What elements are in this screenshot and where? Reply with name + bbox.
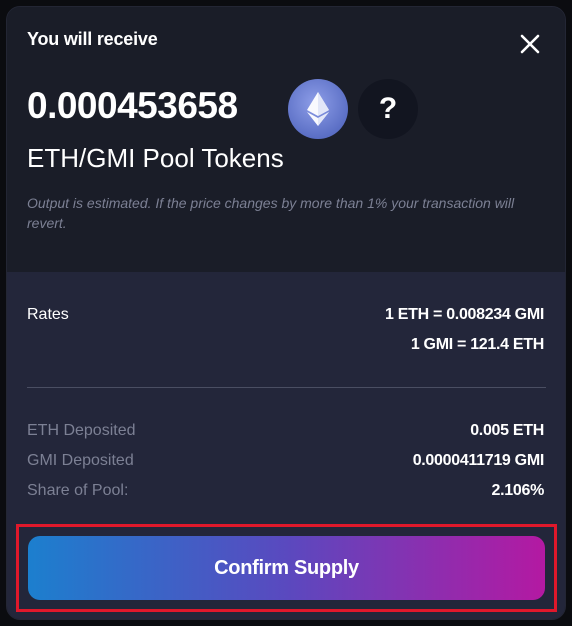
close-button[interactable]	[515, 29, 545, 59]
rate-gmi-to-eth: 1 GMI = 121.4 ETH	[410, 336, 544, 353]
share-of-pool-label: Share of Pool:	[27, 482, 129, 499]
confirm-supply-button[interactable]: Confirm Supply	[28, 536, 545, 600]
divider	[27, 387, 546, 388]
gmi-deposited-value: 0.0000411719 GMI	[412, 452, 545, 469]
share-of-pool-value: 2.106%	[491, 482, 545, 499]
modal-header-section: You will receive 0.000453658 ? ETH/GMI P…	[7, 7, 565, 272]
rates-label: Rates	[27, 306, 69, 323]
supply-confirmation-modal: You will receive 0.000453658 ? ETH/GMI P…	[6, 6, 566, 620]
pool-token-label: ETH/GMI Pool Tokens	[27, 143, 284, 173]
rate-eth-to-gmi: 1 ETH = 0.008234 GMI	[385, 306, 544, 323]
unknown-token-icon: ?	[358, 79, 418, 139]
eth-deposited-value: 0.005 ETH	[470, 422, 544, 439]
gmi-deposited-label: GMI Deposited	[27, 452, 134, 469]
receive-amount: 0.000453658	[27, 85, 238, 126]
modal-title: You will receive	[27, 29, 158, 49]
eth-deposited-label: ETH Deposited	[27, 422, 136, 439]
estimate-note: Output is estimated. If the price change…	[27, 195, 515, 231]
ethereum-icon	[288, 79, 348, 139]
close-icon	[520, 34, 540, 54]
